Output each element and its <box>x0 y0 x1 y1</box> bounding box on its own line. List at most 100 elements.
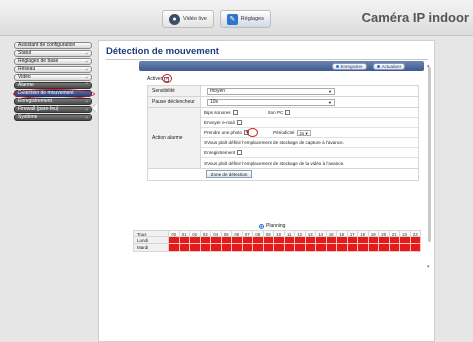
schedule-cell[interactable] <box>232 237 243 245</box>
hour-header-cell[interactable]: 06 <box>232 230 243 238</box>
hour-header-cell[interactable]: 02 <box>190 230 201 238</box>
hour-header-cell[interactable]: 15 <box>326 230 337 238</box>
interval-select[interactable]: 2s ▾ <box>296 129 311 136</box>
schedule-cell[interactable] <box>379 244 390 252</box>
schedule-cell[interactable] <box>295 244 306 252</box>
hour-header-cell[interactable]: 16 <box>337 230 348 238</box>
sidebar-item-recording[interactable]: Enregistrement ⌄ <box>14 97 92 106</box>
refresh-button[interactable]: Actualiser <box>373 62 406 70</box>
hour-header-cell[interactable]: 13 <box>305 230 316 238</box>
sidebar-item-motion-detection[interactable]: Détection de mouvement <box>13 88 95 99</box>
hour-header-cell[interactable]: 22 <box>400 230 411 238</box>
schedule-cell[interactable] <box>253 237 264 245</box>
planning-radio[interactable] <box>259 223 264 229</box>
schedule-cell[interactable] <box>305 244 316 252</box>
schedule-cell[interactable] <box>389 244 400 252</box>
sidebar-item-assistant[interactable]: Assistant de configuration <box>14 42 92 50</box>
schedule-cell[interactable] <box>368 244 379 252</box>
schedule-cell[interactable] <box>221 237 232 245</box>
schedule-cell[interactable] <box>410 244 421 252</box>
hour-header-cell[interactable]: 09 <box>263 230 274 238</box>
day-label[interactable]: Lundi <box>133 237 169 245</box>
schedule-cell[interactable] <box>326 244 337 252</box>
schedule-cell[interactable] <box>347 237 358 245</box>
hour-header-cell[interactable]: 11 <box>284 230 295 238</box>
pc-sound-checkbox[interactable] <box>285 110 291 115</box>
hour-header-cell[interactable]: 21 <box>389 230 400 238</box>
sidebar-item-network[interactable]: Réseau ⌄ <box>14 65 92 74</box>
schedule-cell[interactable] <box>263 237 274 245</box>
detection-zone-button[interactable]: Zone de détection <box>205 170 253 178</box>
beep-checkbox[interactable] <box>232 110 238 115</box>
email-checkbox[interactable] <box>236 120 242 125</box>
schedule-cell[interactable] <box>190 237 201 245</box>
schedule-cell[interactable] <box>347 244 358 252</box>
sensitivity-select[interactable]: moyen ▼ <box>207 87 335 95</box>
schedule-cell[interactable] <box>179 244 190 252</box>
schedule-cell[interactable] <box>284 237 295 245</box>
hour-header-cell[interactable]: 01 <box>179 230 190 238</box>
hour-header-cell[interactable]: 08 <box>253 230 264 238</box>
schedule-cell[interactable] <box>410 237 421 245</box>
scrollbar-thumb[interactable] <box>428 67 431 242</box>
hour-header-cell[interactable]: 23 <box>410 230 421 238</box>
hour-header-cell[interactable]: 20 <box>379 230 390 238</box>
schedule-cell[interactable] <box>337 237 348 245</box>
schedule-cell[interactable] <box>169 244 180 252</box>
schedule-cell[interactable] <box>253 244 264 252</box>
scroll-down-icon[interactable]: ▾ <box>427 264 430 270</box>
hour-header-cell[interactable]: 10 <box>274 230 285 238</box>
hour-header-cell[interactable]: 07 <box>242 230 253 238</box>
schedule-cell[interactable] <box>169 237 180 245</box>
schedule-cell[interactable] <box>221 244 232 252</box>
schedule-cell[interactable] <box>263 244 274 252</box>
schedule-cell[interactable] <box>274 237 285 245</box>
schedule-cell[interactable] <box>242 244 253 252</box>
trigger-pause-select[interactable]: 10s ▼ <box>207 98 335 106</box>
schedule-cell[interactable] <box>316 237 327 245</box>
hour-header-cell[interactable]: 17 <box>347 230 358 238</box>
schedule-cell[interactable] <box>400 237 411 245</box>
schedule-cell[interactable] <box>389 237 400 245</box>
schedule-cell[interactable] <box>326 237 337 245</box>
day-label[interactable]: Mardi <box>133 244 169 252</box>
schedule-cell[interactable] <box>211 244 222 252</box>
schedule-cell[interactable] <box>211 237 222 245</box>
schedule-cell[interactable] <box>242 237 253 245</box>
hour-header-cell[interactable]: 04 <box>211 230 222 238</box>
schedule-cell[interactable] <box>284 244 295 252</box>
schedule-cell[interactable] <box>274 244 285 252</box>
schedule-cell[interactable] <box>368 237 379 245</box>
tab-live-video[interactable]: ● Vidéo live <box>162 10 214 28</box>
hour-header-cell[interactable]: 12 <box>295 230 306 238</box>
hour-header-cell[interactable]: 18 <box>358 230 369 238</box>
hour-header-cell[interactable]: 19 <box>368 230 379 238</box>
schedule-cell[interactable] <box>358 237 369 245</box>
sidebar-item-basic-settings[interactable]: Réglages de base ⌄ <box>14 57 92 66</box>
sidebar-item-system[interactable]: Système ⌄ <box>14 113 92 122</box>
schedule-cell[interactable] <box>358 244 369 252</box>
sidebar-item-video[interactable]: Vidéo ⌄ <box>14 73 92 82</box>
schedule-cell[interactable] <box>232 244 243 252</box>
schedule-cell[interactable] <box>337 244 348 252</box>
sidebar-item-firewall[interactable]: Firewall (pare-feu) ⌄ <box>14 105 92 114</box>
hour-header-cell[interactable]: 14 <box>316 230 327 238</box>
schedule-cell[interactable] <box>379 237 390 245</box>
schedule-cell[interactable] <box>200 244 211 252</box>
schedule-cell[interactable] <box>400 244 411 252</box>
sidebar-item-status[interactable]: Statut ⌄ <box>14 49 92 58</box>
recording-checkbox[interactable] <box>237 150 243 155</box>
schedule-cell[interactable] <box>316 244 327 252</box>
hour-header-cell[interactable]: 00 <box>169 230 180 238</box>
tab-settings[interactable]: ✎ Réglages <box>219 10 271 28</box>
schedule-cell[interactable] <box>179 237 190 245</box>
select-all-cell[interactable]: Tous <box>133 230 169 238</box>
schedule-cell[interactable] <box>295 237 306 245</box>
hour-header-cell[interactable]: 03 <box>200 230 211 238</box>
schedule-cell[interactable] <box>190 244 201 252</box>
schedule-cell[interactable] <box>305 237 316 245</box>
hour-header-cell[interactable]: 05 <box>221 230 232 238</box>
scrollbar[interactable]: ▴ ▾ <box>427 63 433 270</box>
schedule-cell[interactable] <box>200 237 211 245</box>
save-button[interactable]: Enregistrer <box>332 62 367 70</box>
